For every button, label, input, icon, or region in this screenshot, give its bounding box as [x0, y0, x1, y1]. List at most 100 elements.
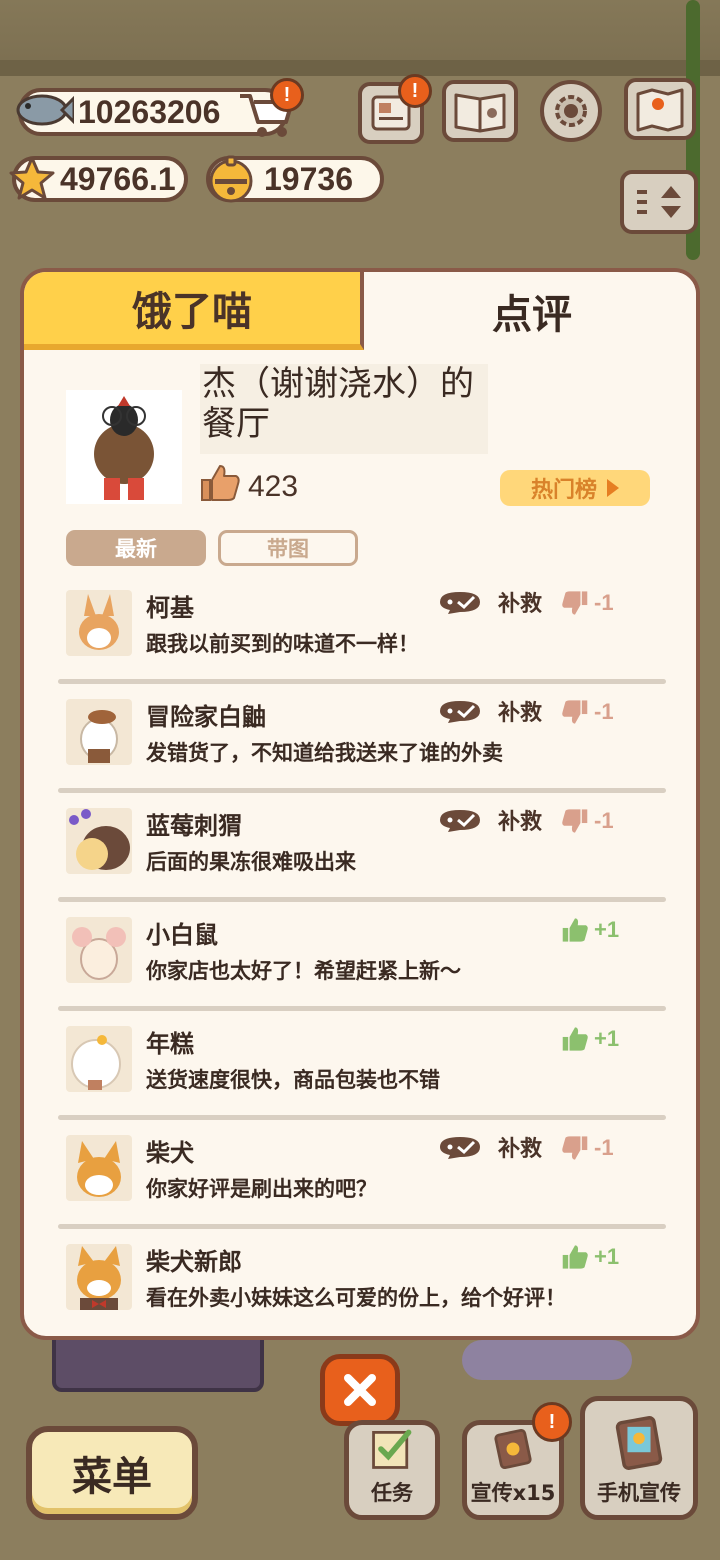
rescue-label: 补救 — [498, 810, 543, 835]
shop-owner-avatar — [66, 390, 182, 504]
reviewer-avatar-ermine — [66, 699, 132, 765]
score-value: -1 — [594, 1135, 614, 1160]
hot-rank-label: 热门榜 — [530, 478, 597, 503]
task-label: 任务 — [371, 1481, 413, 1505]
promotion-alert-badge: ! — [532, 1402, 572, 1442]
reviewer-name: 蓝莓刺猬 — [146, 812, 242, 840]
thumbs-down-icon — [562, 809, 588, 833]
map-icon — [636, 88, 684, 132]
review-row: 柯基 跟我以前买到的味道不一样！ 补救 -1 — [58, 576, 666, 684]
thumbs-up-icon — [562, 1245, 588, 1269]
review-text: 跟我以前买到的味道不一样！ — [146, 632, 419, 656]
thumbs-down-icon — [562, 1136, 588, 1160]
tab-hungry-meow[interactable]: 饿了喵 — [24, 272, 364, 350]
rescue-label: 补救 — [498, 592, 543, 617]
map-button[interactable] — [624, 78, 696, 140]
review-text: 送货速度很快，商品包装也不错 — [146, 1068, 440, 1092]
review-text: 后面的果冻很难吸出来 — [146, 850, 356, 874]
task-button[interactable]: 任务 — [344, 1420, 440, 1520]
checklist-icon — [372, 1429, 412, 1469]
review-score: -1 — [560, 806, 614, 836]
rescue-action[interactable]: 补救 — [436, 695, 542, 727]
rescue-action[interactable]: 补救 — [436, 586, 542, 618]
row-divider — [58, 897, 666, 902]
row-divider — [58, 679, 666, 684]
star-count: 49766.1 — [60, 160, 176, 197]
score-value: +1 — [594, 1026, 620, 1051]
reviewer-avatar-nian-gao — [66, 1026, 132, 1092]
phone-promo-icon — [615, 1416, 663, 1470]
rescue-label: 补救 — [498, 701, 543, 726]
score-value: -1 — [594, 808, 614, 833]
reviewer-name: 柴犬 — [146, 1139, 194, 1167]
reviewer-avatar-hedgehog — [66, 808, 132, 874]
row-divider — [58, 1224, 666, 1229]
speech-check-icon — [440, 810, 480, 832]
promo-card-icon — [494, 1428, 532, 1470]
likes-count: 423 — [248, 470, 299, 503]
thumbs-up-icon — [562, 1027, 588, 1051]
review-panel: 饿了喵 点评 杰（谢谢浇水）的餐厅 423 热门榜 最新 带图 柯基 跟我以前买… — [20, 268, 700, 1340]
review-row: 柴犬新郎 看在外卖小妹妹这么可爱的份上，给个好评！ +1 — [58, 1230, 666, 1336]
review-score: -1 — [560, 1133, 614, 1163]
thumbs-up-icon — [198, 462, 242, 504]
reviewer-avatar-shiba — [66, 1135, 132, 1201]
review-row: 小白鼠 你家店也太好了！希望赶紧上新～ +1 — [58, 903, 666, 1011]
star-icon — [8, 154, 56, 204]
rescue-action[interactable]: 补救 — [436, 804, 542, 836]
review-row: 蓝莓刺猬 后面的果冻很难吸出来 补救 -1 — [58, 794, 666, 902]
layout-toggle-button[interactable] — [620, 170, 698, 234]
thumbs-up-icon — [562, 918, 588, 942]
phone-promotion-label: 手机宣传 — [597, 1481, 681, 1505]
tab-review[interactable]: 点评 — [364, 272, 696, 350]
review-text: 你家好评是刷出来的吧？ — [146, 1177, 377, 1201]
score-value: +1 — [594, 1244, 620, 1269]
reviewer-avatar-corgi — [66, 590, 132, 656]
score-value: -1 — [594, 590, 614, 615]
rescue-label: 补救 — [498, 1137, 543, 1162]
review-row: 柴犬 你家好评是刷出来的吧？ 补救 -1 — [58, 1121, 666, 1229]
cart-alert-badge: ! — [270, 78, 304, 112]
background-beam — [0, 60, 720, 76]
reviewer-avatar-shiba-groom — [66, 1244, 132, 1310]
review-score: +1 — [560, 915, 619, 945]
filter-with-picture[interactable]: 带图 — [218, 530, 358, 566]
fish-count: 10263206 — [78, 93, 221, 130]
background-rug — [462, 1340, 632, 1380]
filter-newest[interactable]: 最新 — [66, 530, 206, 566]
score-value: +1 — [594, 917, 620, 942]
sort-arrows-icon — [637, 186, 681, 218]
news-alert-badge: ! — [398, 74, 432, 108]
row-divider — [58, 1006, 666, 1011]
rescue-action[interactable]: 补救 — [436, 1131, 542, 1163]
play-arrow-icon — [607, 479, 619, 497]
reviewer-name: 冒险家白鼬 — [146, 703, 266, 731]
phone-promotion-button[interactable]: 手机宣传 — [580, 1396, 698, 1520]
speech-check-icon — [440, 1137, 480, 1159]
paw-book-button[interactable] — [442, 80, 518, 142]
settings-button[interactable] — [540, 80, 602, 142]
paw-book-icon — [454, 93, 506, 133]
close-button[interactable] — [320, 1354, 400, 1426]
menu-label: 菜单 — [72, 1454, 152, 1500]
thumbs-down-icon — [562, 591, 588, 615]
close-icon — [344, 1374, 376, 1406]
row-divider — [58, 1115, 666, 1120]
review-text: 看在外卖小妹妹这么可爱的份上，给个好评！ — [146, 1286, 566, 1310]
bell-count: 19736 — [264, 160, 353, 197]
review-text: 你家店也太好了！希望赶紧上新～ — [146, 959, 461, 983]
bell-icon — [204, 152, 258, 206]
hot-rank-button[interactable]: 热门榜 — [500, 470, 650, 506]
review-row: 冒险家白鼬 发错货了，不知道给我送来了谁的外卖 补救 -1 — [58, 685, 666, 793]
reviewer-name: 年糕 — [146, 1030, 194, 1058]
row-divider — [58, 788, 666, 793]
thumbs-down-icon — [562, 700, 588, 724]
reviewer-name: 柯基 — [146, 594, 194, 622]
score-value: -1 — [594, 699, 614, 724]
gear-icon — [555, 95, 587, 127]
menu-button[interactable]: 菜单 — [26, 1426, 198, 1520]
reviewer-name: 柴犬新郎 — [146, 1248, 242, 1276]
shop-name: 杰（谢谢浇水）的餐厅 — [200, 364, 488, 454]
fish-icon — [12, 82, 74, 138]
review-row: 年糕 送货速度很快，商品包装也不错 +1 — [58, 1012, 666, 1120]
